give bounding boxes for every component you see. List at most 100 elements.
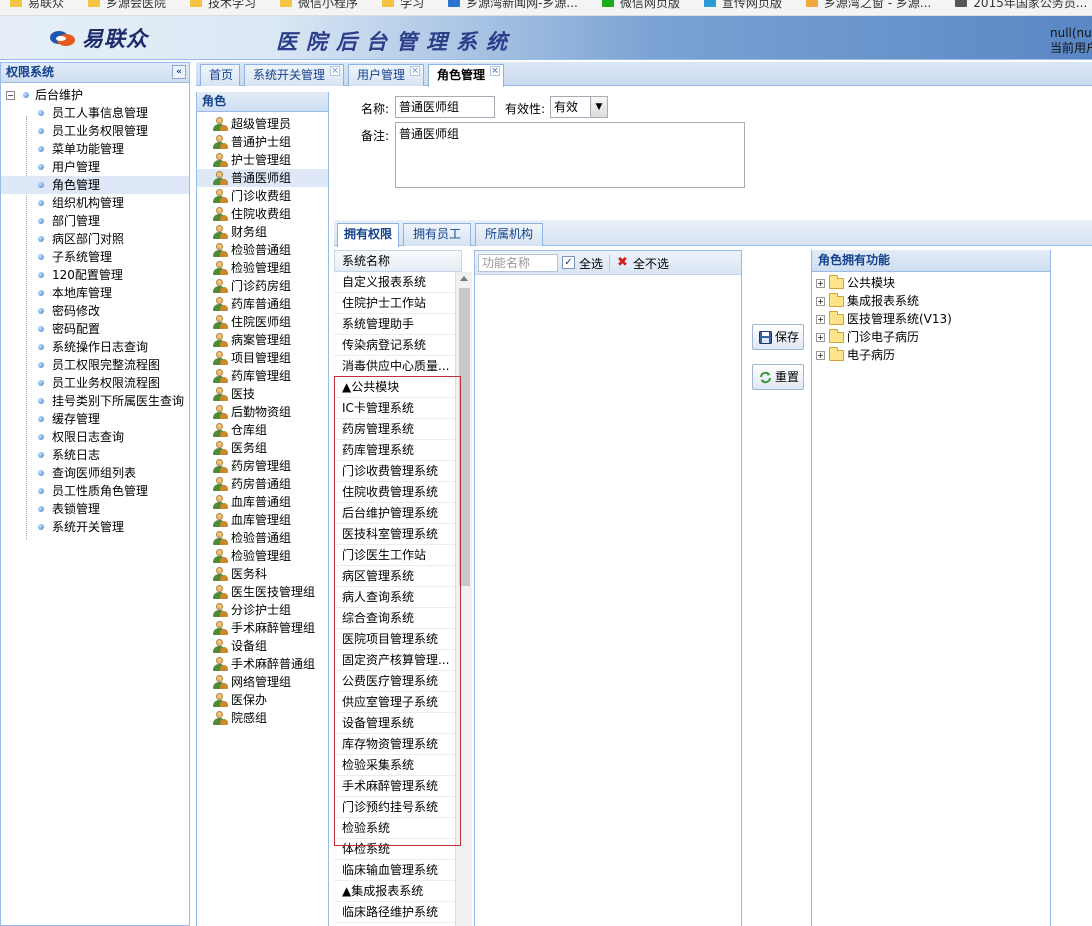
expand-icon[interactable]: + <box>816 279 825 288</box>
nav-item[interactable]: 部门管理 <box>1 212 189 230</box>
role-item[interactable]: 血库普通组 <box>197 493 328 511</box>
role-item[interactable]: 财务组 <box>197 223 328 241</box>
role-item[interactable]: 项目管理组 <box>197 349 328 367</box>
system-list-item[interactable]: 消毒供应中心质量... <box>334 356 455 377</box>
role-item[interactable]: 普通护士组 <box>197 133 328 151</box>
expand-icon[interactable]: + <box>816 315 825 324</box>
system-list-item[interactable]: 临床输血管理系统 <box>334 860 455 881</box>
nav-item[interactable]: 病区部门对照 <box>1 230 189 248</box>
nav-item[interactable]: 员工业务权限流程图 <box>1 374 189 392</box>
role-item[interactable]: 医技 <box>197 385 328 403</box>
role-item[interactable]: 血库管理组 <box>197 511 328 529</box>
role-item[interactable]: 药房管理组 <box>197 457 328 475</box>
collapse-icon[interactable]: « <box>172 65 186 79</box>
role-item[interactable]: 网络管理组 <box>197 673 328 691</box>
save-button[interactable]: 保存 <box>752 324 804 350</box>
role-item[interactable]: 仓库组 <box>197 421 328 439</box>
function-search-input[interactable]: 功能名称 <box>478 254 558 272</box>
nav-item[interactable]: 系统操作日志查询 <box>1 338 189 356</box>
nav-item[interactable]: 密码配置 <box>1 320 189 338</box>
tree-collapse-icon[interactable]: − <box>6 91 15 100</box>
role-item[interactable]: 医务组 <box>197 439 328 457</box>
role-item[interactable]: 住院医师组 <box>197 313 328 331</box>
role-item[interactable]: 门诊收费组 <box>197 187 328 205</box>
role-item[interactable]: 分诊护士组 <box>197 601 328 619</box>
scroll-up-icon[interactable] <box>460 276 468 281</box>
bookmark-item[interactable]: 易联众 <box>10 0 64 10</box>
tab-system-switch[interactable]: 系统开关管理 × <box>244 64 344 86</box>
role-item[interactable]: 检验普通组 <box>197 529 328 547</box>
role-item[interactable]: 后勤物资组 <box>197 403 328 421</box>
role-item[interactable]: 设备组 <box>197 637 328 655</box>
nav-root[interactable]: − 后台维护 <box>1 86 189 104</box>
nav-item[interactable]: 本地库管理 <box>1 284 189 302</box>
nav-item[interactable]: 用户管理 <box>1 158 189 176</box>
bookmark-item[interactable]: 宣传网页版 <box>703 0 782 10</box>
role-item[interactable]: 院感组 <box>197 709 328 727</box>
tab-employees[interactable]: 拥有员工 <box>403 223 471 246</box>
nav-item[interactable]: 角色管理 <box>1 176 189 194</box>
bookmark-item[interactable]: 2015年国家公务员... <box>955 0 1087 10</box>
role-item[interactable]: 药库普通组 <box>197 295 328 313</box>
tab-home[interactable]: 首页 <box>200 64 240 86</box>
role-item[interactable]: 检验普通组 <box>197 241 328 259</box>
tab-role-management[interactable]: 角色管理 × <box>428 64 504 87</box>
nav-item[interactable]: 员工权限完整流程图 <box>1 356 189 374</box>
nav-item[interactable]: 120配置管理 <box>1 266 189 284</box>
tab-organizations[interactable]: 所属机构 <box>475 223 543 246</box>
nav-item[interactable]: 查询医师组列表 <box>1 464 189 482</box>
bookmark-item[interactable]: 乡源湾新闻网-乡源... <box>448 0 578 10</box>
role-item[interactable]: 检验管理组 <box>197 259 328 277</box>
nav-item[interactable]: 密码修改 <box>1 302 189 320</box>
bookmark-item[interactable]: 乡源会医院 <box>88 0 166 10</box>
name-input[interactable]: 普通医师组 <box>395 96 495 118</box>
nav-item[interactable]: 权限日志查询 <box>1 428 189 446</box>
select-none-label[interactable]: 全不选 <box>633 255 669 272</box>
bookmark-item[interactable]: 乡源湾之窗 - 乡源... <box>805 0 931 10</box>
cross-icon[interactable]: ✖ <box>617 255 628 270</box>
role-item[interactable]: 手术麻醉普通组 <box>197 655 328 673</box>
role-item[interactable]: 住院收费组 <box>197 205 328 223</box>
nav-item[interactable]: 系统日志 <box>1 446 189 464</box>
role-item[interactable]: 医保办 <box>197 691 328 709</box>
system-list-item[interactable]: 临床路径维护系统 <box>334 902 455 923</box>
role-item[interactable]: 病案管理组 <box>197 331 328 349</box>
system-list-item[interactable]: 系统管理助手 <box>334 314 455 335</box>
nav-item[interactable]: 挂号类别下所属医生查询 <box>1 392 189 410</box>
role-item[interactable]: 药库管理组 <box>197 367 328 385</box>
role-item[interactable]: 检验管理组 <box>197 547 328 565</box>
nav-item[interactable]: 表锁管理 <box>1 500 189 518</box>
bookmark-item[interactable]: 技术学习 <box>190 0 256 10</box>
tab-permissions[interactable]: 拥有权限 <box>337 223 399 247</box>
expand-icon[interactable]: + <box>816 333 825 342</box>
nav-item[interactable]: 子系统管理 <box>1 248 189 266</box>
note-textarea[interactable]: 普通医师组 <box>395 122 745 188</box>
role-item[interactable]: 护士管理组 <box>197 151 328 169</box>
select-all-checkbox[interactable]: ✓ <box>562 256 575 269</box>
system-list-item[interactable]: 住院护士工作站 <box>334 293 455 314</box>
nav-item[interactable]: 组织机构管理 <box>1 194 189 212</box>
nav-item[interactable]: 菜单功能管理 <box>1 140 189 158</box>
system-list-item[interactable]: ▲集成报表系统 <box>334 881 455 902</box>
nav-item[interactable]: 员工性质角色管理 <box>1 482 189 500</box>
close-icon[interactable]: × <box>490 66 500 76</box>
role-item[interactable]: 药房普通组 <box>197 475 328 493</box>
close-icon[interactable]: × <box>410 66 420 76</box>
bookmark-item[interactable]: 微信网页版 <box>601 0 680 10</box>
nav-item[interactable]: 员工人事信息管理 <box>1 104 189 122</box>
system-list-item[interactable]: 传染病登记系统 <box>334 335 455 356</box>
nav-item[interactable]: 员工业务权限管理 <box>1 122 189 140</box>
role-item[interactable]: 手术麻醉管理组 <box>197 619 328 637</box>
bookmark-item[interactable]: 微信小程序 <box>280 0 358 10</box>
reset-button[interactable]: 重置 <box>752 364 804 390</box>
tab-user-management[interactable]: 用户管理 × <box>348 64 424 86</box>
close-icon[interactable]: × <box>330 66 340 76</box>
chevron-down-icon[interactable]: ▼ <box>590 97 607 117</box>
select-all-label[interactable]: 全选 <box>579 255 603 272</box>
role-item[interactable]: 医生医技管理组 <box>197 583 328 601</box>
nav-item[interactable]: 系统开关管理 <box>1 518 189 536</box>
role-item[interactable]: 门诊药房组 <box>197 277 328 295</box>
role-item[interactable]: 医务科 <box>197 565 328 583</box>
expand-icon[interactable]: + <box>816 351 825 360</box>
valid-select[interactable]: 有效 ▼ <box>550 96 608 118</box>
